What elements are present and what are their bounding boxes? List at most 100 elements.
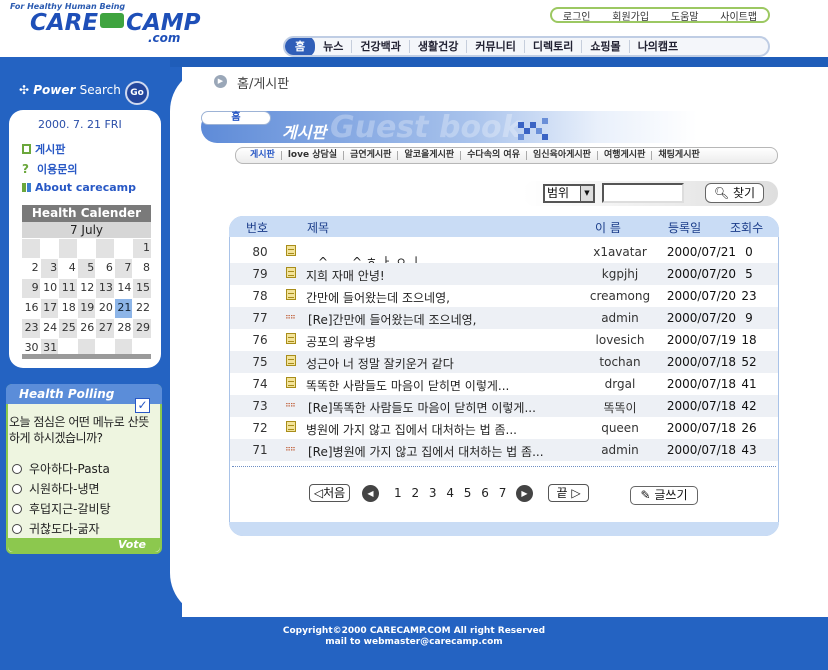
category-alcohol[interactable]: 알코올게시판 <box>398 151 462 160</box>
category-chat-leisure[interactable]: 수다속의 여유 <box>461 151 527 160</box>
row-title-link[interactable]: 병원에 가지 않고 집에서 대처하는 법 좀... <box>306 421 517 438</box>
radio-button[interactable] <box>12 523 22 534</box>
checkmark-icon: ✓ <box>135 398 150 413</box>
calendar-day[interactable]: 7 <box>114 259 133 278</box>
login-link[interactable]: 로그인 <box>561 8 593 23</box>
page-numbers[interactable]: 1 2 3 4 5 6 7 8 <box>394 486 527 500</box>
table-row[interactable]: 72 병원에 가지 않고 집에서 대처하는 법 좀... queen 2000/07/… <box>230 417 778 439</box>
calendar-day[interactable]: 5 <box>77 259 96 278</box>
write-button[interactable]: ✎ 글쓰기 <box>630 486 698 505</box>
calendar-day[interactable]: 15 <box>133 279 151 298</box>
table-row[interactable]: 75 성근아 너 정말 잘키운거 같다 tochan 2000/07/18 52 <box>230 351 778 373</box>
row-title-link[interactable]: [Re]똑똑한 사람들도 마음이 닫히면 이렇게... <box>308 399 536 416</box>
table-row[interactable]: 80 ^____^ ㅎ ㅏ ㅇ ㅣ...... x1avatar 2000/07/21… <box>230 241 778 269</box>
calendar-day[interactable]: 20 <box>96 299 114 318</box>
row-title-link[interactable]: [Re]병원에 가지 않고 집에서 대처하는 법 좀... <box>308 443 544 460</box>
row-title-link[interactable]: 공포의 광우병 <box>306 333 376 350</box>
nav-health-encyclopedia[interactable]: 건강백과 <box>352 40 410 53</box>
nav-news[interactable]: 뉴스 <box>315 40 353 53</box>
nav-shopping[interactable]: 쇼핑몰 <box>582 40 630 53</box>
calendar-day[interactable]: 17 <box>40 299 59 318</box>
signup-link[interactable]: 회원가입 <box>610 8 651 23</box>
calendar-day[interactable]: 9 <box>22 279 40 298</box>
calendar-day[interactable]: 18 <box>59 299 77 318</box>
search-button[interactable]: 🔍︎ 찾기 <box>705 183 764 203</box>
poll-option[interactable]: 우아하다-Pasta <box>12 460 110 477</box>
calendar-day[interactable]: 21 <box>114 299 133 318</box>
sitemap-link[interactable]: 사이트맵 <box>718 8 759 23</box>
calendar-day[interactable]: 3 <box>40 259 59 278</box>
go-button[interactable]: Go <box>125 81 149 105</box>
prev-page-icon[interactable]: ◀ <box>362 485 379 502</box>
table-row[interactable]: 73 ⠶⠶ [Re]똑똑한 사람들도 마음이 닫히면 이렇게... 똑똑이 2000/0… <box>230 395 778 417</box>
table-row[interactable]: 79 지희 자매 안녕! kgpjhj 2000/07/20 5 <box>230 263 778 285</box>
sidebar-item-board[interactable]: 게시판 <box>22 141 65 157</box>
vote-button[interactable]: Vote <box>8 538 160 552</box>
calendar-day[interactable]: 10 <box>40 279 59 298</box>
calendar-day[interactable]: 22 <box>133 299 151 318</box>
calendar-day[interactable]: 28 <box>114 319 133 338</box>
calendar-day[interactable]: 19 <box>77 299 96 318</box>
sidebar-item-inquiry[interactable]: ? 이용문의 <box>22 161 77 177</box>
last-page-button[interactable]: 끝 ▷ <box>548 484 589 502</box>
category-board[interactable]: 게시판 <box>244 151 282 160</box>
calendar-day[interactable]: 8 <box>133 259 151 278</box>
poll-question: 오늘 점심은 어떤 메뉴로 산뜻하게 하시겠습니까? <box>9 415 149 445</box>
search-input[interactable] <box>602 183 684 203</box>
calendar-day[interactable]: 12 <box>77 279 96 298</box>
calendar-day[interactable]: 25 <box>59 319 77 338</box>
first-page-button[interactable]: ◁처음 <box>309 484 350 502</box>
nav-my-camp[interactable]: 나의캠프 <box>630 40 686 53</box>
category-chatting[interactable]: 채팅게시판 <box>652 151 705 160</box>
calendar-day[interactable]: 29 <box>133 319 151 338</box>
nav-directory[interactable]: 디렉토리 <box>525 40 583 53</box>
poll-option[interactable]: 후덥지근-갈비탕 <box>12 500 111 517</box>
table-row[interactable]: 78 간만에 들어왔는데 조으네영, creamong 2000/07/20 23 <box>230 285 778 307</box>
nav-home[interactable]: 홈 <box>285 38 316 55</box>
calendar-day[interactable]: 6 <box>96 259 114 278</box>
post-icon <box>286 267 296 278</box>
poll-option[interactable]: 귀찮도다-굶자 <box>12 520 100 537</box>
calendar-day[interactable]: 24 <box>40 319 59 338</box>
category-parenting[interactable]: 임신육아게시판 <box>527 151 598 160</box>
row-title-link[interactable]: 똑똑한 사람들도 마음이 닫히면 이렇게... <box>306 377 509 394</box>
calendar-day[interactable]: 1 <box>133 239 151 258</box>
row-title-link[interactable]: 지희 자매 안녕! <box>306 267 385 284</box>
row-date: 2000/07/18 <box>666 355 736 369</box>
help-link[interactable]: 도움말 <box>669 8 701 23</box>
mail-link[interactable]: mail to webmaster@carecamp.com <box>325 637 502 647</box>
table-row[interactable]: 76 공포의 광우병 lovesich 2000/07/19 18 <box>230 329 778 351</box>
row-title-link[interactable]: 성근아 너 정말 잘키운거 같다 <box>306 355 454 372</box>
row-title-link[interactable]: 간만에 들어왔는데 조으네영, <box>306 289 450 306</box>
next-page-icon[interactable]: ▶ <box>516 485 533 502</box>
row-title-link[interactable]: [Re]간만에 들어왔는데 조으네영, <box>308 311 476 328</box>
nav-life-health[interactable]: 생활건강 <box>410 40 468 53</box>
poll-option[interactable]: 시원하다-냉면 <box>12 480 100 497</box>
post-icon <box>286 355 296 366</box>
calendar-day[interactable]: 4 <box>59 259 77 278</box>
table-row[interactable]: 77 ⠶⠶ [Re]간만에 들어왔는데 조으네영, admin 2000/07/20 9 <box>230 307 778 329</box>
radio-button[interactable] <box>12 503 22 514</box>
calendar-day[interactable]: 11 <box>59 279 77 298</box>
table-row[interactable]: 74 똑똑한 사람들도 마음이 닫히면 이렇게... drgal 2000/07/18… <box>230 373 778 395</box>
calendar-day[interactable]: 2 <box>22 259 40 278</box>
category-travel[interactable]: 여행게시판 <box>598 151 653 160</box>
calendar-day[interactable]: 16 <box>22 299 40 318</box>
table-row[interactable]: 71 ⠶⠶ [Re]병원에 가지 않고 집에서 대처하는 법 좀... admin 20… <box>230 439 778 461</box>
reply-icon: ⠶⠶ <box>285 400 296 409</box>
nav-community[interactable]: 커뮤니티 <box>467 40 525 53</box>
search-scope-select[interactable]: 범위 ▼ <box>543 184 595 203</box>
calendar-day[interactable]: 23 <box>22 319 40 338</box>
grid-icon <box>22 183 31 192</box>
category-love[interactable]: love 상담실 <box>282 151 345 160</box>
calendar-day[interactable]: 14 <box>114 279 133 298</box>
calendar-day[interactable]: 26 <box>77 319 96 338</box>
radio-button[interactable] <box>12 463 22 474</box>
sidebar-item-about[interactable]: About carecamp <box>22 181 136 194</box>
calendar-day[interactable]: 13 <box>96 279 114 298</box>
banner-home-tab[interactable]: 홈 <box>201 111 271 125</box>
category-smoking[interactable]: 금연게시판 <box>344 151 399 160</box>
top-links: 로그인 회원가입 도움말 사이트맵 <box>550 7 770 23</box>
radio-button[interactable] <box>12 483 22 494</box>
calendar-day[interactable]: 27 <box>96 319 114 338</box>
